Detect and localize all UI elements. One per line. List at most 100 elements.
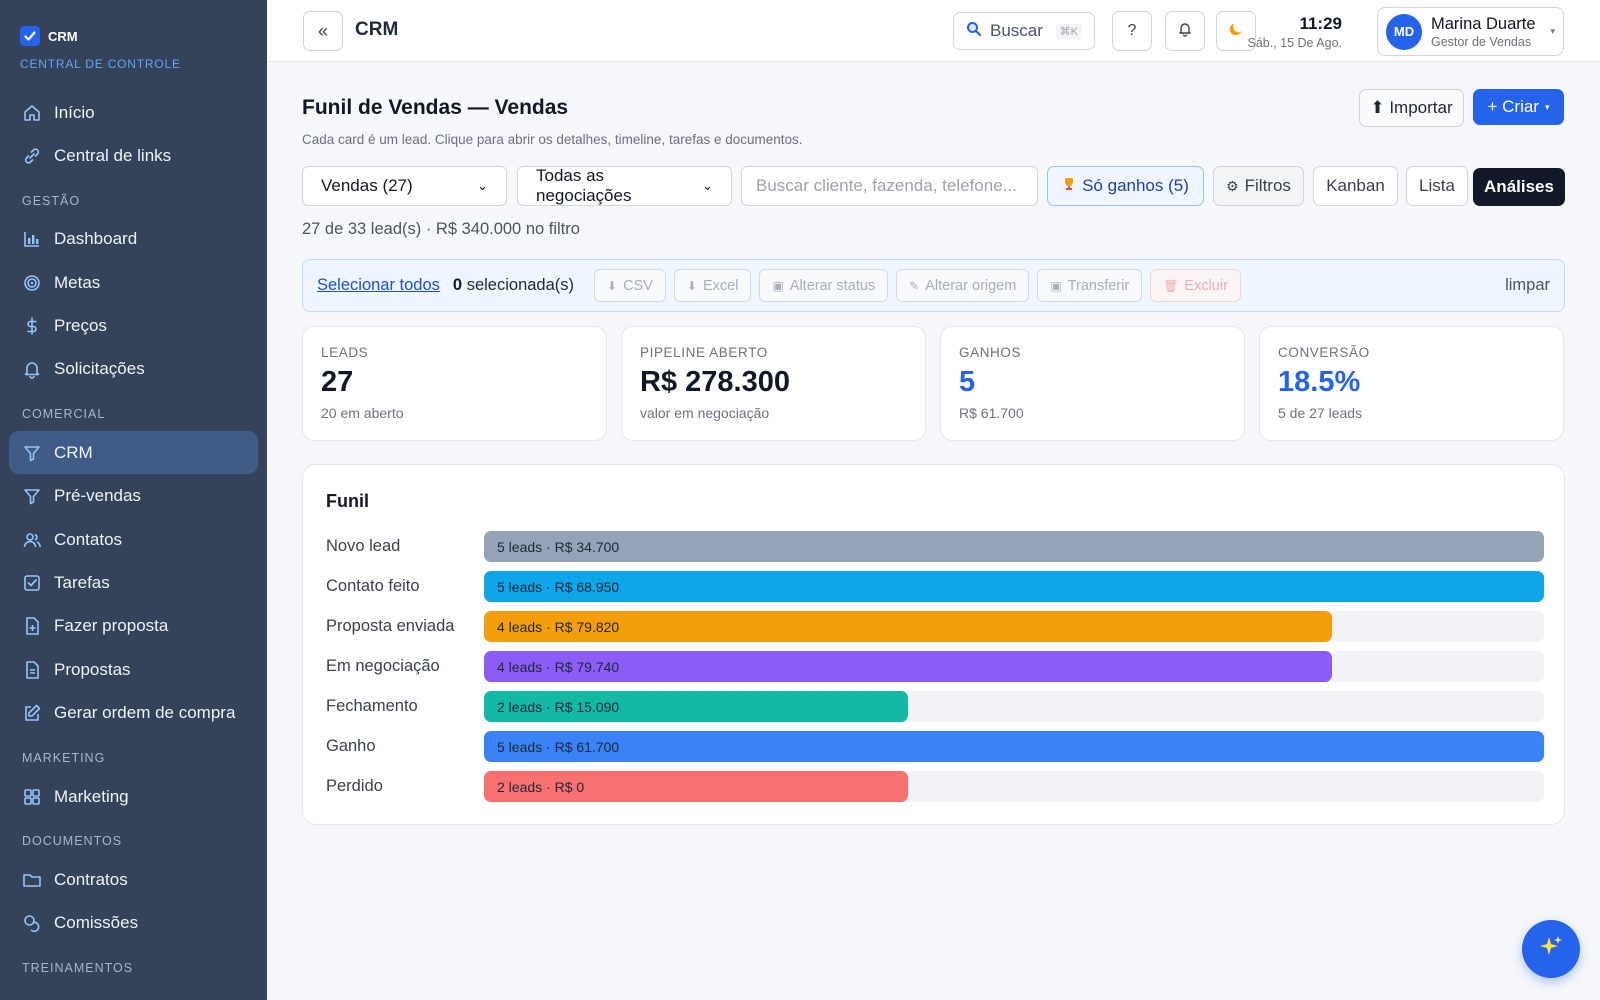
kpi-subtext: 5 de 27 leads <box>1278 405 1363 421</box>
funnel-title: Funil <box>326 491 369 511</box>
grid-icon <box>22 787 42 807</box>
sidebar-item-dashboard[interactable]: Dashboard <box>9 218 258 261</box>
view-analytics-button[interactable]: Análises <box>1473 168 1565 206</box>
bulk-action-label: Excluir <box>1184 277 1228 294</box>
sidebar-item-gerar-ordem-de-compra[interactable]: Gerar ordem de compra <box>9 692 258 735</box>
funnel-row[interactable]: Proposta enviada 4 leads · R$ 79.820 <box>326 611 1544 642</box>
sidebar-section-title: TREINAMENTOS <box>22 961 134 976</box>
user-role: Gestor de Vendas <box>1431 34 1532 49</box>
funnel-track: 5 leads · R$ 61.700 <box>484 731 1544 762</box>
sidebar-nav: Início Central de links GESTÃO Dashboard Met… <box>0 71 267 985</box>
funnel-row[interactable]: Em negociação 4 leads · R$ 79.740 <box>326 651 1544 682</box>
sidebar-item-label: CRM <box>54 442 93 462</box>
bulk-excel-button[interactable]: ⬇ Excel <box>673 269 752 302</box>
dollar-icon <box>22 316 42 336</box>
header-title: CRM <box>355 19 399 40</box>
global-search-button[interactable]: Buscar ⌘K <box>953 12 1095 50</box>
clock-time: 11:29 <box>1299 14 1342 33</box>
filters-button[interactable]: ⚙ Filtros <box>1213 166 1304 206</box>
bell-icon <box>1177 21 1193 42</box>
collapse-sidebar-button[interactable]: « <box>303 11 343 51</box>
view-kanban-button[interactable]: Kanban <box>1313 166 1398 206</box>
clock: 11:29 Sáb., 15 De Ago. <box>1242 14 1342 50</box>
pipeline-select[interactable]: Vendas (27) ⌄ <box>302 166 507 206</box>
sidebar-item-tarefas[interactable]: Tarefas <box>9 562 258 605</box>
selected-count-value: 0 <box>452 276 463 294</box>
sidebar-item-crm[interactable]: CRM <box>9 431 258 475</box>
import-button[interactable]: ⬆ Importar <box>1359 89 1464 127</box>
create-button[interactable]: + Criar ▾ <box>1473 89 1564 125</box>
caret-down-icon: ▾ <box>1550 26 1555 36</box>
sidebar-item-marketing[interactable]: Marketing <box>9 775 258 818</box>
sidebar-item-comissoes[interactable]: Comissões <box>9 902 258 945</box>
funnel-bar-label: 4 leads · R$ 79.740 <box>497 658 620 675</box>
funnel-stage-label: Novo lead <box>326 537 401 555</box>
sidebar-item-label: Solicitações <box>54 359 145 379</box>
funnel-row[interactable]: Perdido 2 leads · R$ 0 <box>326 771 1544 802</box>
funnel-stage-label: Proposta enviada <box>326 617 455 635</box>
sidebar-item-pre-vendas[interactable]: Pré-vendas <box>9 475 258 518</box>
sidebar-item-central-de-links[interactable]: Central de links <box>9 134 258 177</box>
page-title: Funil de Vendas — Vendas <box>302 96 569 119</box>
deals-select[interactable]: Todas as negociações ⌄ <box>517 166 732 206</box>
pipeline-select-value: Vendas (27) <box>321 176 413 195</box>
funnel-track: 4 leads · R$ 79.740 <box>484 651 1544 682</box>
target-icon <box>22 273 42 293</box>
lead-search-input[interactable] <box>741 166 1038 206</box>
sidebar-item-label: Comissões <box>54 913 139 933</box>
status-icon: ▣ <box>1050 278 1062 293</box>
download-icon: ⬇ <box>607 278 618 293</box>
kpi-subtext: valor em negociação <box>640 405 770 421</box>
user-name: Marina Duarte <box>1431 14 1536 33</box>
funnel-track: 5 leads · R$ 34.700 <box>484 531 1544 562</box>
sparkles-icon <box>1538 934 1564 965</box>
sidebar-item-precos[interactable]: Preços <box>9 305 258 348</box>
help-button[interactable]: ? <box>1112 11 1152 51</box>
tag-icon: ✎ <box>909 278 920 293</box>
won-only-filter[interactable]: Só ganhos (5) <box>1047 166 1204 206</box>
funnel-icon <box>22 443 42 463</box>
user-menu[interactable]: MD Marina Duarte Gestor de Vendas ▾ <box>1377 7 1564 56</box>
funnel-row[interactable]: Novo lead 5 leads · R$ 34.700 <box>326 531 1544 562</box>
bulk-alterar-origem-button[interactable]: ✎ Alterar origem <box>896 269 1030 302</box>
funnel-stage-label: Em negociação <box>326 657 440 675</box>
sidebar-item-propostas[interactable]: Propostas <box>9 648 258 691</box>
funnel-stage-label: Perdido <box>326 777 383 795</box>
bulk-csv-button[interactable]: ⬇ CSV <box>594 269 666 302</box>
sidebar-section-title: COMERCIAL <box>22 407 106 422</box>
sidebar-item-contatos[interactable]: Contatos <box>9 518 258 561</box>
clear-selection-link[interactable]: limpar <box>1505 276 1550 295</box>
gear-icon: ⚙ <box>1226 177 1239 194</box>
download-icon: ⬇ <box>686 278 697 293</box>
kpi-card-ganhos: GANHOS 5 R$ 61.700 <box>940 326 1245 441</box>
sidebar-item-inicio[interactable]: Início <box>9 91 258 134</box>
sidebar-item-contratos[interactable]: Contratos <box>9 858 258 901</box>
kpi-label: CONVERSÃO <box>1278 345 1370 360</box>
funnel-row[interactable]: Fechamento 2 leads · R$ 15.090 <box>326 691 1544 722</box>
bulk-action-group: ⬇ CSV ⬇ Excel ▣ Alterar status ✎ Alterar origem… <box>594 269 1241 302</box>
sidebar-item-solicitacoes[interactable]: Solicitações <box>9 348 258 391</box>
trophy-icon <box>1062 176 1076 196</box>
bulk-alterar-status-button[interactable]: ▣ Alterar status <box>759 269 889 302</box>
home-icon <box>22 103 42 123</box>
funnel-row[interactable]: Contato feito 5 leads · R$ 68.950 <box>326 571 1544 602</box>
bulk-excluir-button[interactable]: 🗑 Excluir <box>1150 269 1241 302</box>
view-list-button[interactable]: Lista <box>1406 166 1468 206</box>
bulk-action-label: Alterar status <box>789 277 876 294</box>
notifications-button[interactable] <box>1165 11 1205 51</box>
bulk-transferir-button[interactable]: ▣ Transferir <box>1037 269 1143 302</box>
select-all-link[interactable]: Selecionar todos <box>317 276 440 295</box>
file-text-icon <box>22 660 42 680</box>
funnel-row[interactable]: Ganho 5 leads · R$ 61.700 <box>326 731 1544 762</box>
sidebar-item-metas[interactable]: Metas <box>9 261 258 304</box>
bulk-action-label: Excel <box>702 277 739 294</box>
brand[interactable]: CRM <box>0 0 267 46</box>
check-logo-icon <box>20 26 40 46</box>
link-icon <box>22 146 42 166</box>
sidebar-item-label: Fazer proposta <box>54 616 169 636</box>
sidebar-item-fazer-proposta[interactable]: Fazer proposta <box>9 605 258 648</box>
kpi-value: R$ 278.300 <box>640 366 790 398</box>
ai-assistant-button[interactable] <box>1522 920 1580 978</box>
chevron-down-icon: ⌄ <box>477 178 488 193</box>
won-only-label: Só ganhos (5) <box>1082 176 1189 195</box>
